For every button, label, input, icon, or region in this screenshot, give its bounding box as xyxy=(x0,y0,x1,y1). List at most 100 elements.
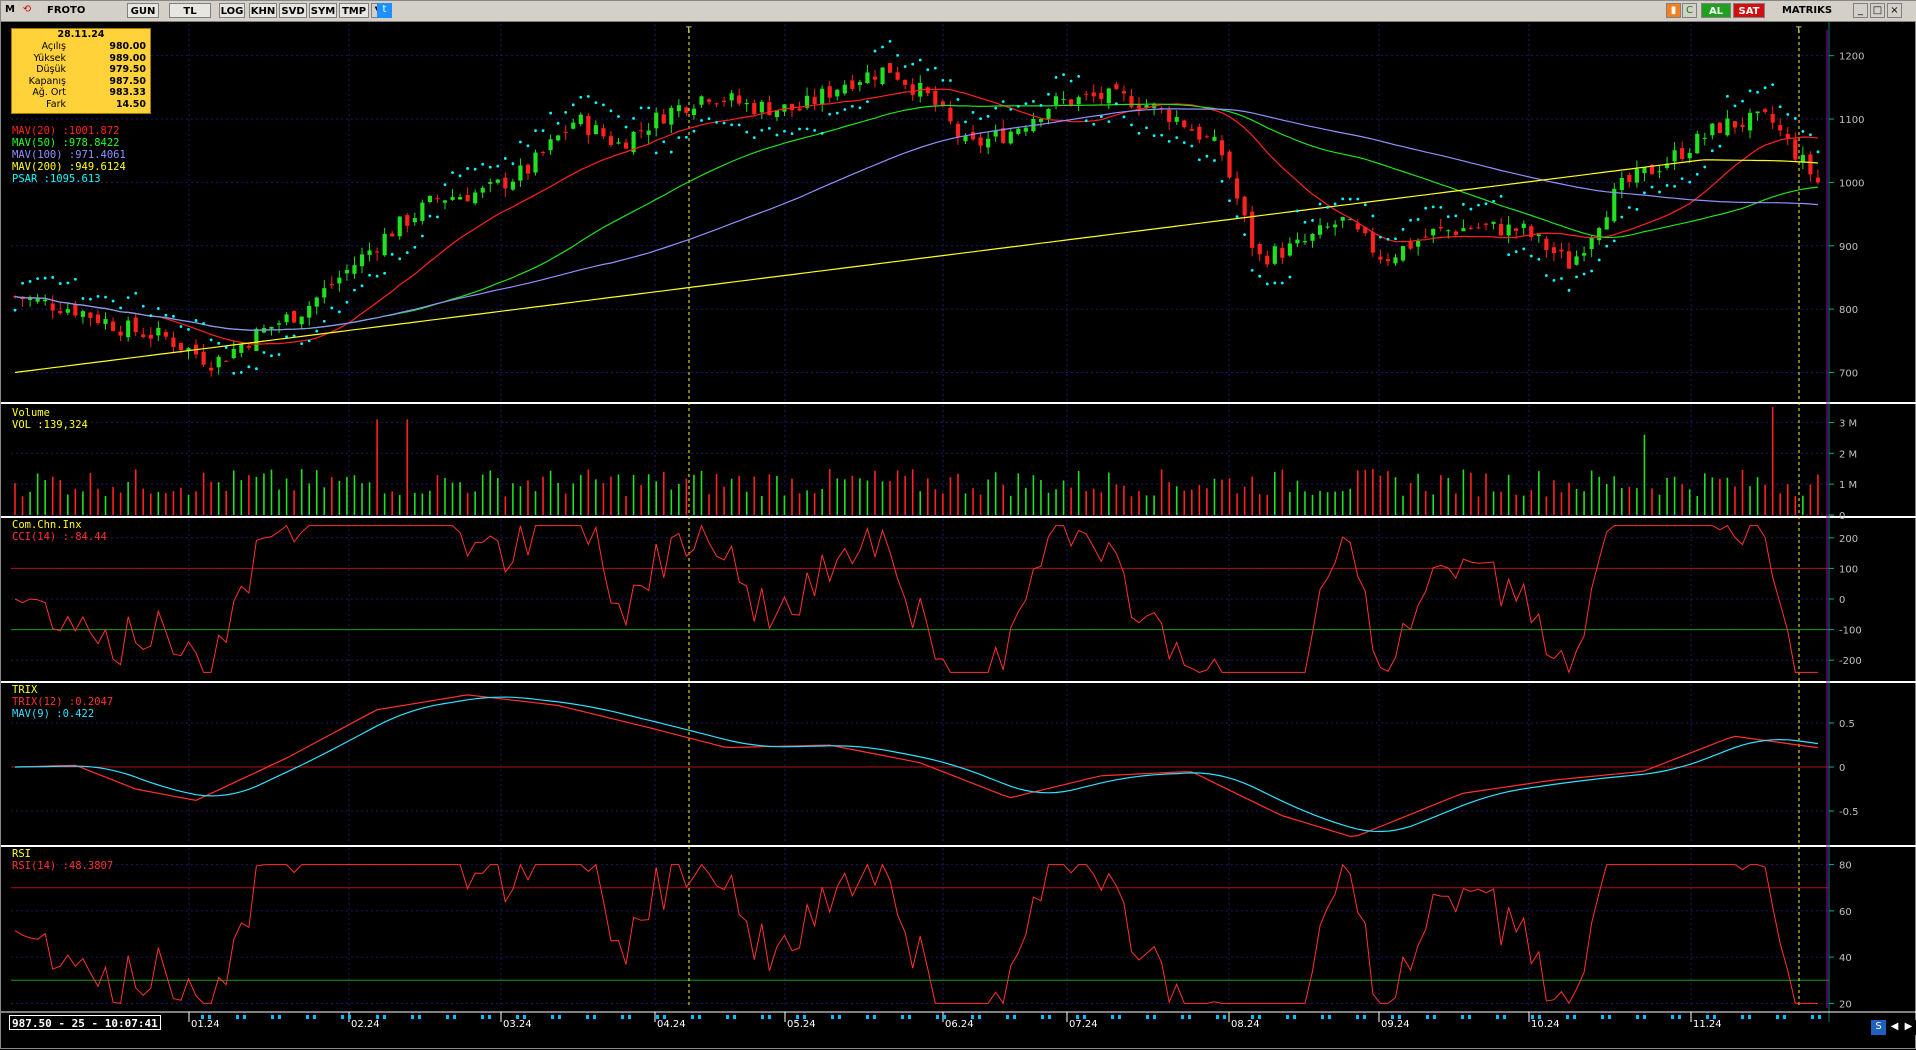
psar-dot xyxy=(1431,205,1435,209)
candle-body xyxy=(978,137,983,146)
psar-dot xyxy=(488,165,492,169)
period-button[interactable]: GUN xyxy=(127,3,159,18)
candle-body xyxy=(556,135,561,141)
candle-body xyxy=(1287,243,1292,256)
psar-dot xyxy=(760,128,764,132)
day-tick xyxy=(516,1015,519,1019)
candle-body xyxy=(1167,109,1172,122)
day-tick xyxy=(1216,1015,1219,1019)
psar-dot xyxy=(1092,122,1096,126)
scroll-left-icon[interactable]: ◀ xyxy=(1887,1020,1902,1035)
psar-dot xyxy=(1446,215,1450,219)
candle-body xyxy=(1091,92,1096,97)
psar-dot xyxy=(1665,184,1669,187)
candle-body xyxy=(1755,111,1760,114)
axis-tick-label: 100 xyxy=(1839,564,1858,575)
candle-body xyxy=(744,103,749,105)
candle-body xyxy=(178,343,184,351)
candle-body xyxy=(465,195,470,202)
psar-dot xyxy=(896,54,900,57)
candle-body xyxy=(1046,108,1051,119)
buy-button[interactable]: AL xyxy=(1701,3,1731,18)
psar-dot xyxy=(21,281,24,285)
psar-dot xyxy=(805,127,809,131)
psar-dot xyxy=(134,291,138,295)
sym-button[interactable]: SYM xyxy=(309,3,337,18)
info-row-high: Yüksek 989.00 xyxy=(33,52,146,64)
psar-dot xyxy=(1167,139,1171,143)
candle-body xyxy=(1770,113,1775,123)
day-tick xyxy=(1321,1015,1324,1019)
psar-dot xyxy=(1763,86,1767,90)
day-tick xyxy=(1468,1015,1471,1019)
psar-dot xyxy=(436,215,439,219)
psar-dot xyxy=(700,119,703,122)
psar-dot xyxy=(617,115,620,118)
psar-dot xyxy=(850,104,854,108)
log-button[interactable]: LOG xyxy=(219,3,245,18)
twitter-icon[interactable]: t xyxy=(377,3,392,18)
scroll-icon[interactable]: S xyxy=(1871,1020,1886,1035)
candle-body xyxy=(518,165,523,181)
psar-dot xyxy=(353,288,356,292)
psar-dot xyxy=(1650,185,1654,189)
day-tick xyxy=(1496,1015,1499,1019)
day-tick xyxy=(383,1015,386,1019)
day-tick xyxy=(1538,1015,1541,1019)
price-info-box: 28.11.24 Açılış 980.00 Yüksek 989.00 Düşük… xyxy=(11,28,151,114)
candle-body xyxy=(1476,227,1481,229)
candle-body xyxy=(646,130,651,135)
psar-dot xyxy=(571,103,575,107)
candle-body xyxy=(510,181,515,190)
candle-body xyxy=(1491,221,1496,224)
chart-type-icon[interactable]: ⟲ xyxy=(19,3,35,18)
day-tick xyxy=(481,1015,484,1019)
psar-dot xyxy=(337,310,341,314)
candle-body xyxy=(872,76,878,80)
currency-button[interactable]: TL xyxy=(169,3,211,18)
tmp-button[interactable]: TMP xyxy=(339,3,369,18)
day-tick xyxy=(1573,1015,1576,1019)
candle-body xyxy=(955,123,961,137)
sell-button[interactable]: SAT xyxy=(1733,3,1765,18)
candle-body xyxy=(284,314,289,323)
psar-dot xyxy=(949,79,952,82)
candle-body xyxy=(963,136,968,142)
day-tick xyxy=(341,1015,344,1019)
psar-dot xyxy=(1726,94,1729,98)
psar-dot xyxy=(1461,202,1465,206)
symbol-field[interactable]: FROTO xyxy=(35,3,127,18)
candle-body xyxy=(1423,236,1428,238)
legend-trix-mav: MAV(9) :0.422 xyxy=(12,708,95,720)
svd-button[interactable]: SVD xyxy=(279,3,307,18)
candle-body xyxy=(1680,148,1685,159)
axis-tick-label: 1000 xyxy=(1839,178,1864,189)
psar-dot xyxy=(1484,202,1488,206)
khn-button[interactable]: KHN xyxy=(249,3,277,18)
day-tick xyxy=(1783,1015,1786,1019)
day-tick xyxy=(1713,1015,1716,1019)
psar-dot xyxy=(1658,190,1661,194)
candle-body xyxy=(1483,223,1489,225)
info-row-change: Fark 14.50 xyxy=(46,98,146,110)
chart-icon[interactable]: ▮ xyxy=(1666,3,1681,18)
psar-dot xyxy=(51,276,55,279)
day-tick xyxy=(1356,1015,1359,1019)
axis-tick-label: 80 xyxy=(1839,861,1852,872)
trix-title: TRIX xyxy=(12,684,38,696)
psar-dot xyxy=(104,295,107,299)
candle-body xyxy=(35,298,40,302)
day-tick xyxy=(348,1015,351,1019)
chart-canvas[interactable]: 1200110010009008007003 M2 M1 M02001000-1… xyxy=(1,22,1916,1050)
psar-dot xyxy=(1303,220,1307,224)
scroll-right-icon[interactable]: ▶ xyxy=(1901,1020,1916,1035)
candle-body xyxy=(375,251,380,253)
close-icon[interactable]: × xyxy=(1887,3,1902,18)
psar-dot xyxy=(790,132,794,136)
refresh-icon[interactable]: C xyxy=(1682,3,1697,18)
candle-body xyxy=(382,233,387,256)
maximize-icon[interactable]: □ xyxy=(1870,3,1885,18)
candle-body xyxy=(1604,217,1609,230)
minimize-icon[interactable]: _ xyxy=(1853,3,1868,18)
psar-dot xyxy=(1341,197,1345,201)
